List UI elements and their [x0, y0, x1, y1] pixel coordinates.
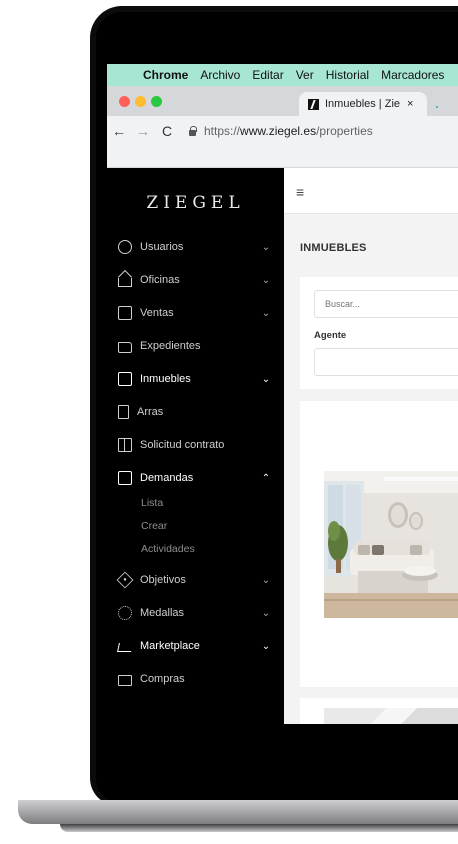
lock-icon	[189, 125, 197, 136]
sidebar-item-expedientes[interactable]: Expedientes	[107, 335, 284, 357]
bag-icon	[118, 675, 132, 686]
living-room-image	[324, 471, 458, 618]
tab-title: Inmuebles | Zie	[325, 98, 401, 110]
address-bar: ← → C https://www.ziegel.es/properties	[107, 116, 458, 146]
cart-icon	[117, 642, 133, 652]
sidebar-item-oficinas[interactable]: Oficinas ⌄	[107, 269, 284, 291]
forward-arrow-icon[interactable]: →	[133, 123, 153, 139]
ziegel-favicon-icon	[308, 98, 319, 110]
folder-icon	[118, 341, 132, 353]
sidebar-item-label: Expedientes	[140, 340, 201, 352]
home-icon	[118, 278, 132, 287]
close-window-button[interactable]	[119, 96, 130, 107]
target-icon	[116, 571, 134, 589]
sidebar-item-label: Oficinas	[140, 274, 180, 286]
search-input[interactable]	[314, 290, 458, 318]
sidebar-subitem-crear[interactable]: Crear	[141, 520, 167, 532]
sidebar-item-objetivos[interactable]: Objetivos ⌄	[107, 569, 284, 591]
building-icon	[118, 306, 132, 320]
agent-label: Agente	[314, 330, 347, 341]
top-bar: ≡	[284, 168, 458, 214]
menu-app-name[interactable]: Chrome	[143, 68, 188, 82]
menu-editar[interactable]: Editar	[252, 68, 283, 82]
sidebar-item-usuarios[interactable]: Usuarios ⌄	[107, 236, 284, 258]
menu-archivo[interactable]: Archivo	[200, 68, 240, 82]
medal-icon	[118, 606, 132, 620]
chevron-down-icon: ⌄	[261, 274, 271, 286]
minimize-window-button[interactable]	[135, 96, 146, 107]
sidebar: ZIEGEL Usuarios ⌄ Oficinas ⌄ Ventas ⌄ Ex…	[107, 168, 284, 724]
sidebar-item-label: Ventas	[140, 307, 174, 319]
clipboard-icon	[118, 471, 132, 485]
url-scheme: https://	[204, 124, 241, 138]
chevron-down-icon: ⌄	[261, 574, 271, 586]
sidebar-item-label: Solicitud contrato	[140, 439, 225, 451]
new-tab-indicator	[436, 106, 438, 108]
sidebar-item-label: Arras	[137, 406, 164, 418]
property-card[interactable]	[300, 401, 458, 687]
sidebar-item-label: Compras	[140, 673, 185, 685]
sidebar-item-marketplace[interactable]: Marketplace ⌄	[107, 635, 284, 657]
reload-icon[interactable]: C	[157, 123, 177, 139]
book-icon	[118, 438, 132, 452]
chevron-down-icon: ⌄	[261, 640, 271, 652]
url-path: /properties	[316, 124, 373, 138]
sidebar-item-label: Demandas	[140, 472, 194, 484]
chevron-down-icon: ⌄	[261, 307, 271, 319]
tab-inmuebles[interactable]: Inmuebles | Zie ×	[299, 92, 427, 116]
sidebar-item-ventas[interactable]: Ventas ⌄	[107, 302, 284, 324]
laptop-mockup: Chrome Archivo Editar Ver Historial Marc…	[0, 0, 458, 844]
maximize-window-button[interactable]	[151, 96, 162, 107]
property-card[interactable]	[300, 698, 458, 724]
back-arrow-icon[interactable]: ←	[109, 123, 129, 139]
agent-select[interactable]	[314, 348, 458, 376]
sidebar-item-inmuebles[interactable]: Inmuebles ⌄	[107, 368, 284, 390]
menu-historial[interactable]: Historial	[326, 68, 369, 82]
sidebar-item-label: Inmuebles	[140, 373, 191, 385]
hamburger-menu-icon[interactable]: ≡	[296, 184, 304, 200]
chevron-down-icon: ⌄	[261, 241, 271, 253]
sidebar-item-medallas[interactable]: Medallas ⌄	[107, 602, 284, 624]
url-field[interactable]: https://www.ziegel.es/properties	[189, 124, 373, 138]
sidebar-item-label: Marketplace	[140, 640, 200, 652]
property-icon	[118, 372, 132, 386]
property-photo[interactable]	[324, 708, 458, 724]
sidebar-subitem-actividades[interactable]: Actividades	[141, 543, 195, 555]
mac-menubar: Chrome Archivo Editar Ver Historial Marc…	[107, 64, 458, 86]
chevron-down-icon: ⌄	[261, 607, 271, 619]
ziegel-logo[interactable]: ZIEGEL	[107, 193, 284, 213]
tab-close-icon[interactable]: ×	[407, 98, 413, 110]
tab-strip: Inmuebles | Zie ×	[107, 86, 458, 116]
property-photo[interactable]	[324, 471, 458, 618]
sidebar-item-label: Objetivos	[140, 574, 186, 586]
user-circle-icon	[118, 240, 132, 254]
sidebar-subitem-lista[interactable]: Lista	[141, 497, 163, 509]
url-host: www.ziegel.es	[240, 124, 317, 138]
page-title: INMUEBLES	[300, 242, 367, 254]
chevron-up-icon: ⌃	[261, 472, 271, 484]
laptop-base	[18, 800, 458, 824]
sidebar-item-label: Medallas	[140, 607, 185, 619]
sidebar-item-label: Usuarios	[140, 241, 184, 253]
document-icon	[118, 405, 129, 419]
sidebar-item-demandas[interactable]: Demandas ⌃	[107, 467, 284, 489]
laptop-base-edge	[60, 824, 458, 832]
bookmarks-bar	[107, 146, 458, 168]
sidebar-item-solicitud-contrato[interactable]: Solicitud contrato	[107, 434, 284, 456]
sidebar-item-arras[interactable]: Arras	[107, 401, 284, 423]
menu-marcadores[interactable]: Marcadores	[381, 68, 444, 82]
main-content: ≡ INMUEBLES Agente	[284, 168, 458, 724]
screen: Chrome Archivo Editar Ver Historial Marc…	[107, 64, 458, 724]
filter-card: Agente	[300, 277, 458, 389]
sidebar-item-compras[interactable]: Compras	[107, 668, 284, 690]
menu-ver[interactable]: Ver	[296, 68, 314, 82]
chevron-down-icon: ⌄	[261, 373, 271, 385]
